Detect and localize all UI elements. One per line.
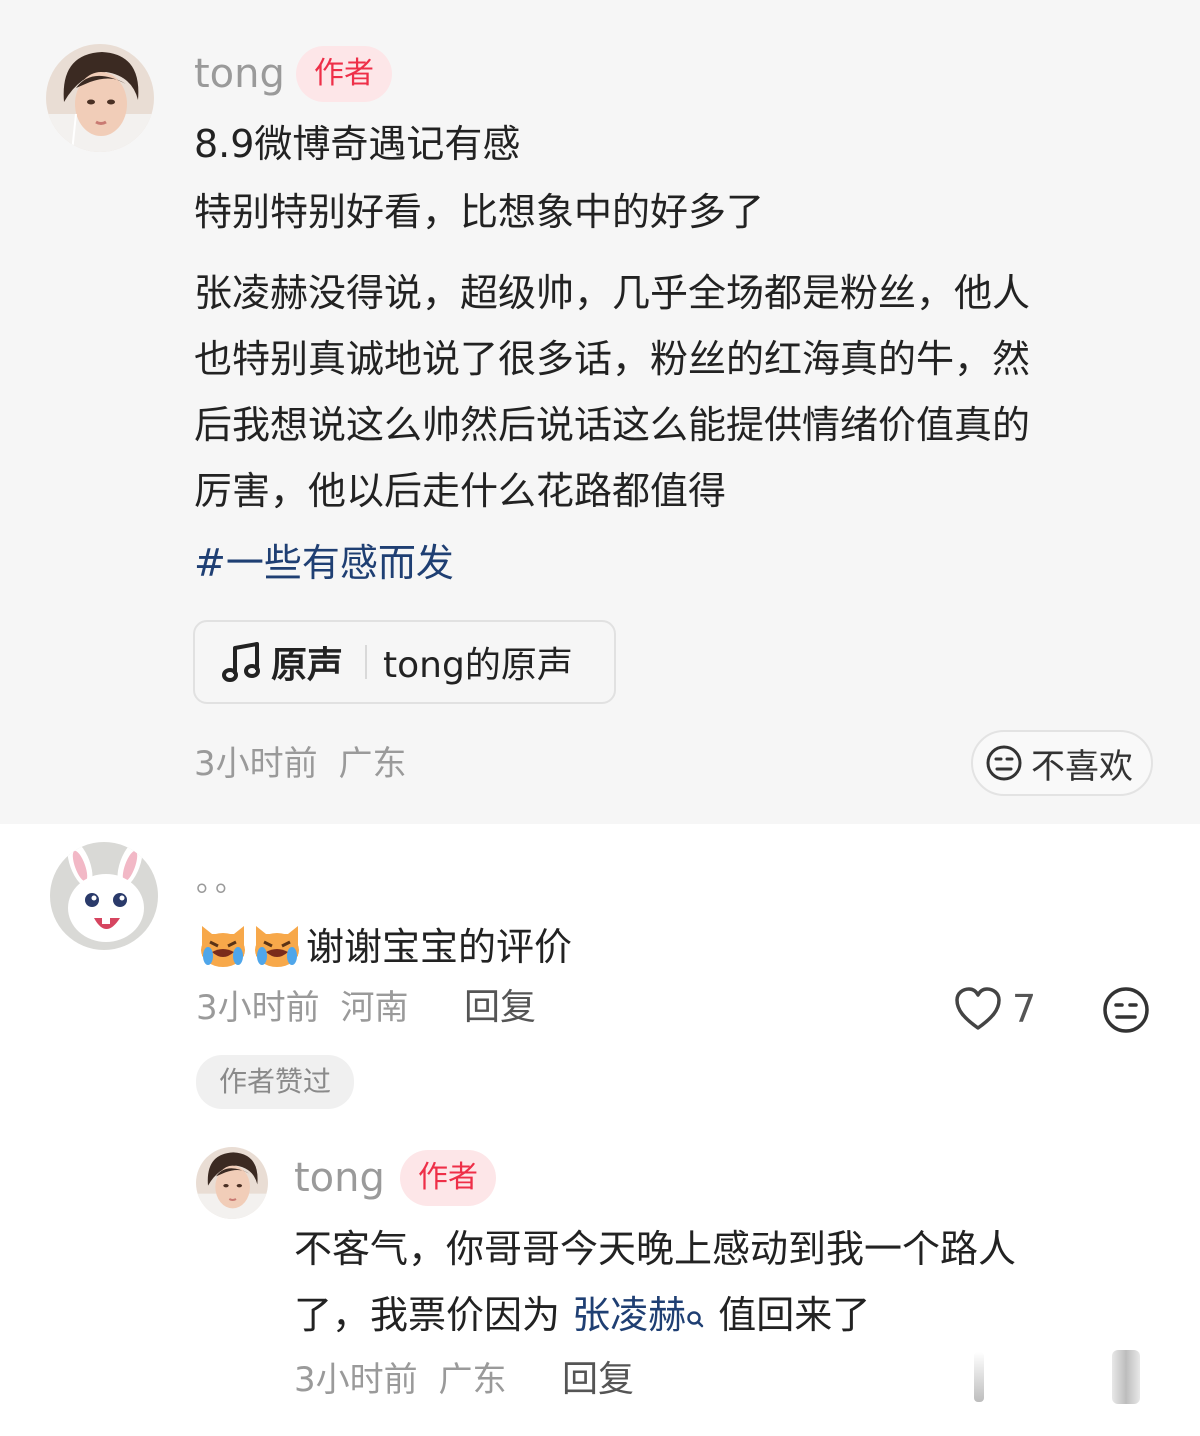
comment-body: 谢谢宝宝的评价	[196, 912, 572, 974]
post-location: 广东	[338, 744, 407, 784]
dislike-label: 不喜欢	[1031, 746, 1133, 787]
post-body-line: 厉害，他以后走什么花路都值得	[194, 469, 727, 513]
mention-name: 张凌赫	[572, 1293, 687, 1337]
post-body: 张凌赫没得说，超级帅，几乎全场都是粉丝，他人 也特别真诚地说了很多话，粉丝的红海…	[194, 260, 1154, 524]
author-badge: 作者	[296, 46, 392, 102]
commenter-name[interactable]: 。。	[196, 862, 249, 902]
reply-text-line: 了，我票价因为 张凌赫 值回来了	[294, 1282, 1174, 1348]
reply-body: 不客气，你哥哥今天晚上感动到我一个路人 了，我票价因为 张凌赫 值回来了	[294, 1216, 1174, 1348]
reply-like-icon-partial[interactable]	[974, 1352, 984, 1402]
reply-text-pre: 了，我票价因为	[294, 1293, 573, 1337]
music-divider	[365, 645, 368, 679]
comment-reply-button[interactable]: 回复	[464, 986, 536, 1030]
music-note-icon	[221, 640, 263, 684]
comment-text: 谢谢宝宝的评价	[306, 924, 573, 969]
dislike-button[interactable]: 不喜欢	[971, 730, 1153, 796]
post-meta: 3小时前 广东	[194, 742, 406, 786]
reply-reply-button[interactable]: 回复	[562, 1358, 634, 1402]
reply-location: 广东	[438, 1360, 507, 1400]
author-liked-badge: 作者赞过	[196, 1055, 354, 1109]
post-body-line: 张凌赫没得说，超级帅，几乎全场都是粉丝，他人	[194, 271, 1031, 315]
reply-meta: 3小时前 广东	[294, 1358, 506, 1402]
post-body-line: 后我想说这么帅然后说话这么能提供情绪价值真的	[194, 403, 1031, 447]
post-body-line: 也特别真诚地说了很多话，粉丝的红海真的牛，然	[194, 337, 1031, 381]
comment-like-button[interactable]: 7	[954, 984, 1036, 1034]
reply-author-avatar[interactable]	[196, 1147, 268, 1219]
post-subtitle: 特别特别好看，比想象中的好多了	[194, 190, 765, 234]
post-time: 3小时前	[194, 744, 318, 784]
commenter-avatar[interactable]	[50, 842, 158, 950]
reply-time: 3小时前	[294, 1360, 418, 1400]
crying-cat-emoji	[250, 916, 304, 970]
reply-text-line: 不客气，你哥哥今天晚上感动到我一个路人	[294, 1227, 1017, 1271]
comment-time: 3小时前	[196, 988, 320, 1028]
neutral-face-icon	[985, 744, 1023, 782]
music-name: tong的原声	[383, 645, 573, 686]
crying-cat-emoji	[196, 916, 250, 970]
author-avatar[interactable]	[46, 44, 154, 152]
hashtag-link[interactable]: #一些有感而发	[194, 538, 454, 588]
comment-dislike-button[interactable]	[1102, 986, 1150, 1034]
mention-link[interactable]: 张凌赫	[572, 1293, 706, 1337]
comment-meta: 3小时前 河南	[196, 986, 408, 1030]
search-icon	[686, 1288, 706, 1328]
author-badge: 作者	[400, 1150, 496, 1206]
music-tag: 原声	[271, 645, 344, 686]
original-sound-chip[interactable]: 原声 tong的原声	[193, 620, 616, 704]
heart-icon	[954, 986, 1002, 1032]
reply-text-post: 值回来了	[706, 1293, 871, 1337]
comment-location: 河南	[340, 988, 409, 1028]
reply-author-name[interactable]: tong	[294, 1154, 385, 1202]
post-author-name[interactable]: tong	[194, 50, 285, 98]
post-title: 8.9微博奇遇记有感	[194, 122, 521, 166]
reply-dislike-icon-partial[interactable]	[1112, 1350, 1140, 1404]
like-count: 7	[1012, 987, 1037, 1031]
neutral-face-icon	[1102, 986, 1150, 1034]
